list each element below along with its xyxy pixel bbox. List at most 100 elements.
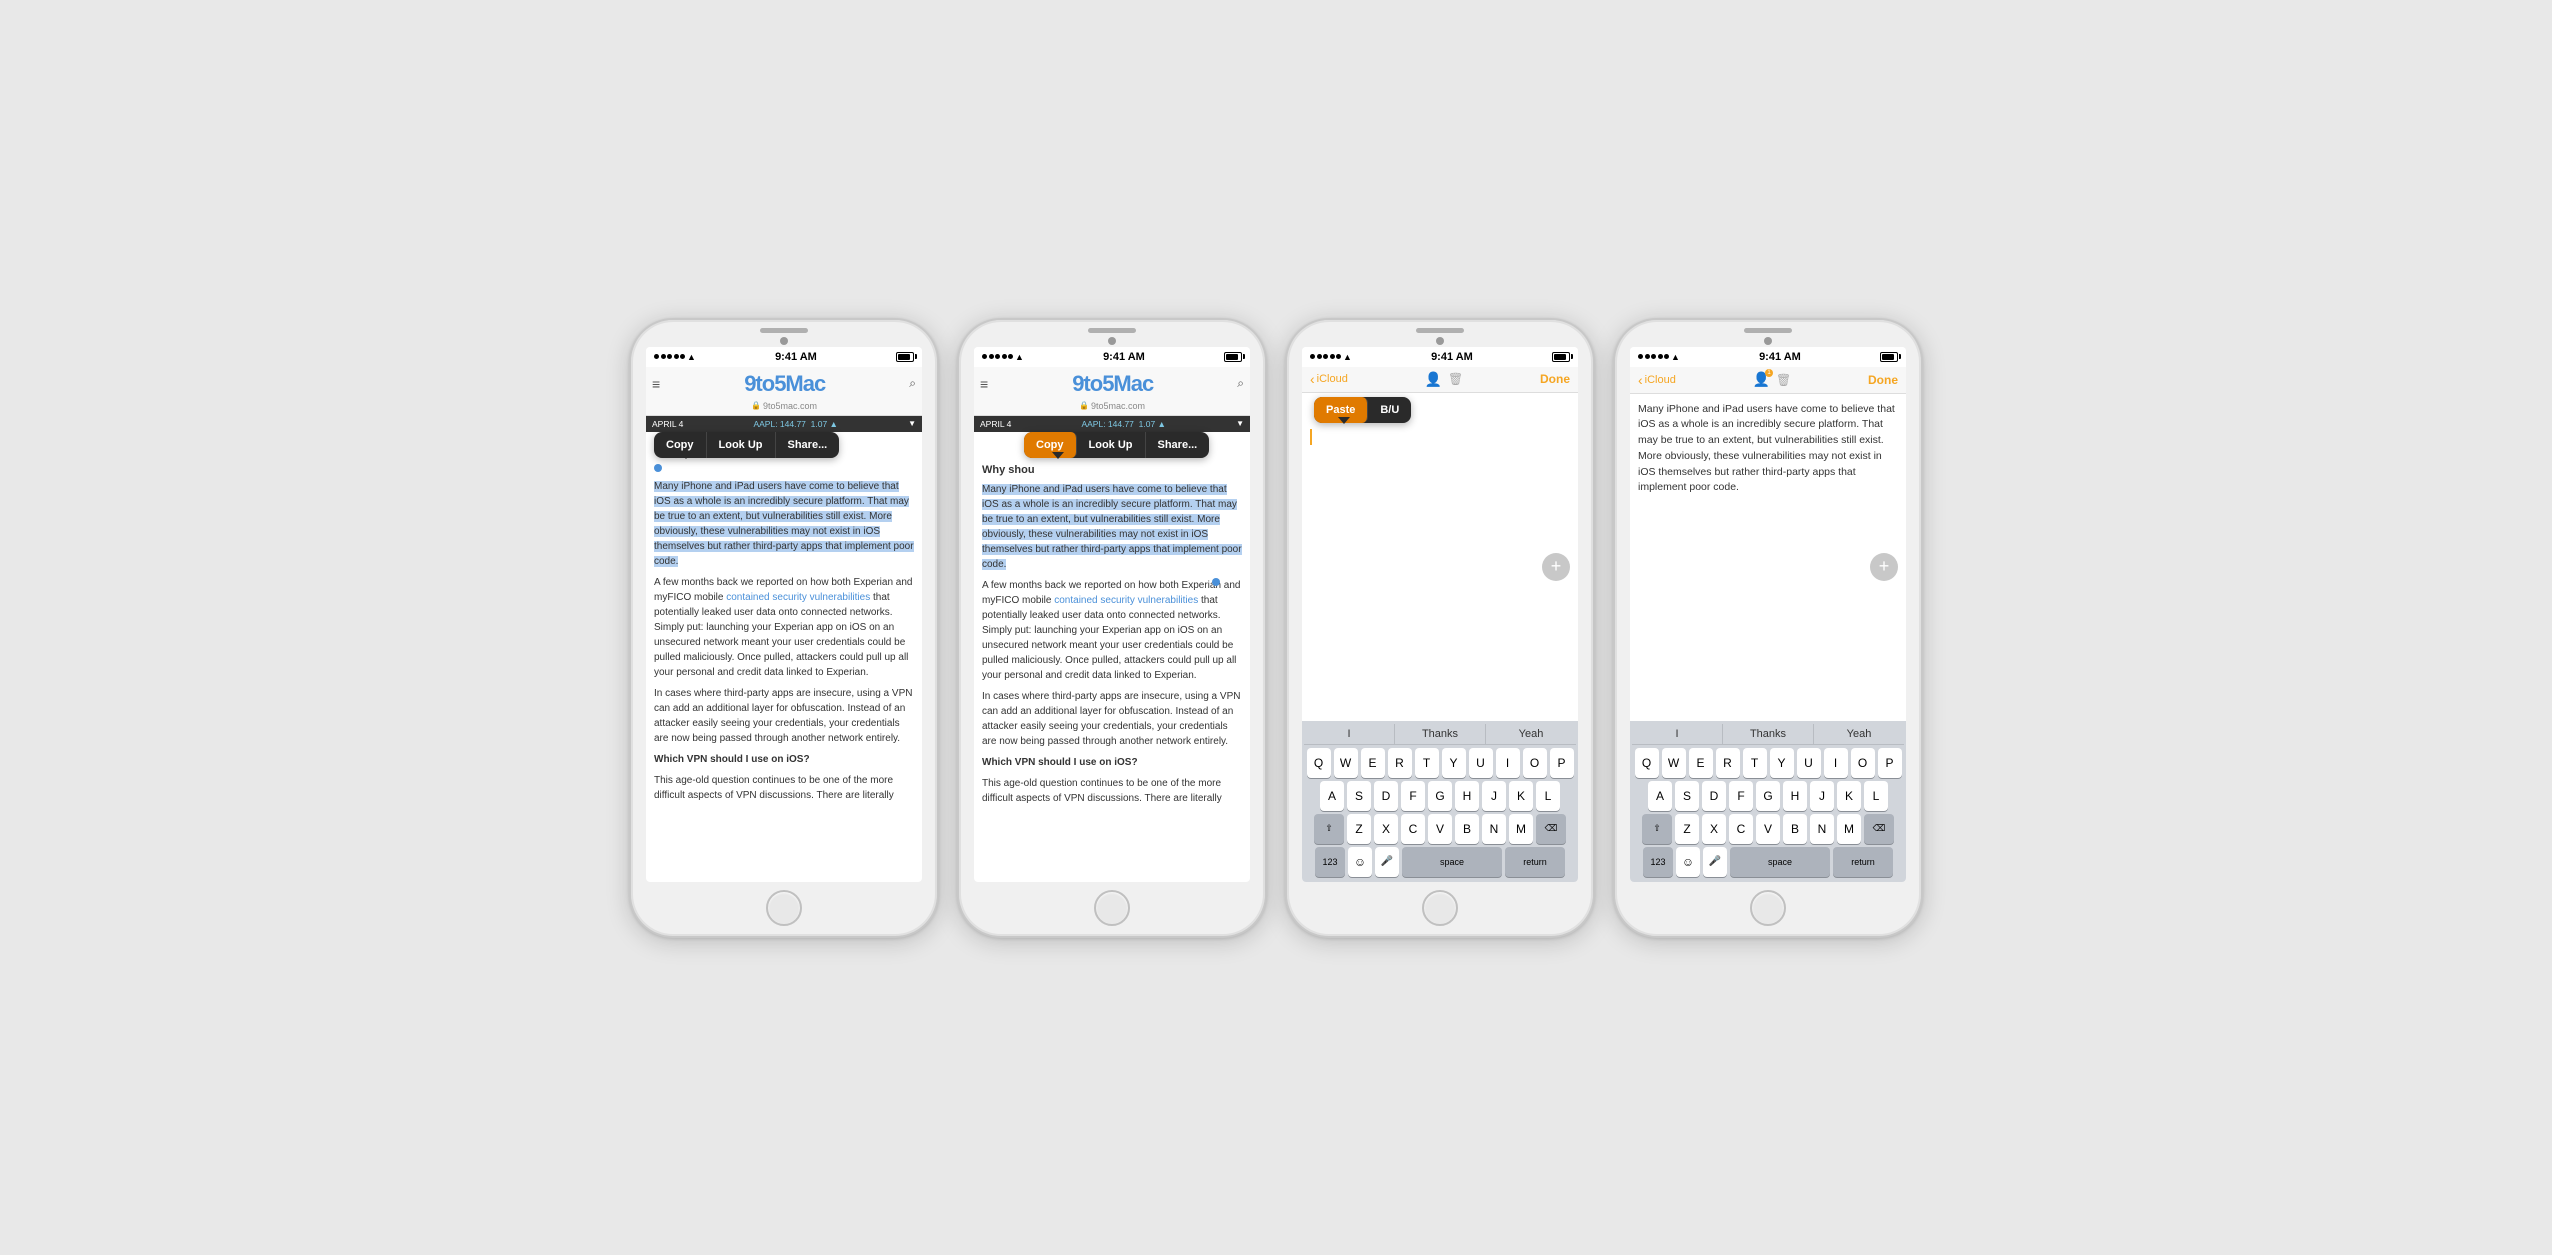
space-key[interactable]: space [1402,847,1502,877]
return-key[interactable]: return [1833,847,1893,877]
home-button[interactable] [766,890,802,926]
key-b[interactable]: B [1455,814,1479,844]
emoji-key[interactable]: ☺ [1348,847,1372,877]
key-l[interactable]: L [1864,781,1888,811]
key-o[interactable]: O [1851,748,1875,778]
notes-plus-button[interactable]: + [1542,553,1570,581]
key-z[interactable]: Z [1347,814,1371,844]
key-d[interactable]: D [1374,781,1398,811]
home-button[interactable] [1094,890,1130,926]
suggestion-yeah[interactable]: Yeah [1814,724,1904,744]
suggestion-yeah[interactable]: Yeah [1486,724,1576,744]
share-button[interactable]: Share... [776,432,840,458]
key-t[interactable]: T [1743,748,1767,778]
key-b[interactable]: B [1783,814,1807,844]
key-m[interactable]: M [1837,814,1861,844]
suggestion-i[interactable]: I [1304,724,1395,744]
key-u[interactable]: U [1797,748,1821,778]
key-r[interactable]: R [1388,748,1412,778]
key-e[interactable]: E [1689,748,1713,778]
numbers-key[interactable]: 123 [1643,847,1673,877]
key-z[interactable]: Z [1675,814,1699,844]
share-button[interactable]: Share... [1146,432,1210,458]
key-k[interactable]: K [1509,781,1533,811]
key-j[interactable]: J [1482,781,1506,811]
key-i[interactable]: I [1824,748,1848,778]
key-v[interactable]: V [1756,814,1780,844]
key-y[interactable]: Y [1442,748,1466,778]
key-t[interactable]: T [1415,748,1439,778]
key-u[interactable]: U [1469,748,1493,778]
key-k[interactable]: K [1837,781,1861,811]
copy-button[interactable]: Copy [1024,432,1077,458]
key-c[interactable]: C [1401,814,1425,844]
home-button[interactable] [1750,890,1786,926]
article-link[interactable]: contained security vulnerabilities [726,592,870,603]
trash-icon[interactable]: 🗑 [1776,373,1791,387]
person-badge-icon[interactable]: 👤 1 [1753,371,1770,389]
key-s[interactable]: S [1675,781,1699,811]
mic-key[interactable]: 🎤 [1375,847,1399,877]
hamburger-icon[interactable]: ≡ [652,376,660,392]
key-i[interactable]: I [1496,748,1520,778]
key-h[interactable]: H [1783,781,1807,811]
key-c[interactable]: C [1729,814,1753,844]
key-a[interactable]: A [1648,781,1672,811]
suggestion-thanks[interactable]: Thanks [1395,724,1486,744]
key-a[interactable]: A [1320,781,1344,811]
key-v[interactable]: V [1428,814,1452,844]
key-x[interactable]: X [1374,814,1398,844]
key-n[interactable]: N [1810,814,1834,844]
key-w[interactable]: W [1334,748,1358,778]
notes-plus-button[interactable]: + [1870,553,1898,581]
key-n[interactable]: N [1482,814,1506,844]
key-l[interactable]: L [1536,781,1560,811]
key-f[interactable]: F [1401,781,1425,811]
look-up-button[interactable]: Look Up [1077,432,1146,458]
key-o[interactable]: O [1523,748,1547,778]
notes-done-button[interactable]: Done [1868,373,1898,387]
notes-back-button[interactable]: ‹ iCloud [1310,371,1348,387]
trash-icon[interactable]: 🗑 [1448,372,1463,386]
key-j[interactable]: J [1810,781,1834,811]
key-s[interactable]: S [1347,781,1371,811]
key-p[interactable]: P [1550,748,1574,778]
shift-key[interactable]: ⇧ [1314,814,1344,844]
person-icon[interactable]: 👤 [1425,371,1442,388]
key-e[interactable]: E [1361,748,1385,778]
key-r[interactable]: R [1716,748,1740,778]
delete-key[interactable]: ⌫ [1536,814,1566,844]
key-y[interactable]: Y [1770,748,1794,778]
emoji-key[interactable]: ☺ [1676,847,1700,877]
suggestion-i[interactable]: I [1632,724,1723,744]
biu-button[interactable]: B/U [1368,397,1411,423]
key-h[interactable]: H [1455,781,1479,811]
key-m[interactable]: M [1509,814,1533,844]
search-icon[interactable]: ⌕ [1237,376,1244,391]
key-g[interactable]: G [1428,781,1452,811]
key-q[interactable]: Q [1307,748,1331,778]
address-bar[interactable]: 🔒 9to5mac.com [646,401,922,415]
key-w[interactable]: W [1662,748,1686,778]
key-p[interactable]: P [1878,748,1902,778]
key-q[interactable]: Q [1635,748,1659,778]
numbers-key[interactable]: 123 [1315,847,1345,877]
hamburger-icon[interactable]: ≡ [980,376,988,392]
suggestion-thanks[interactable]: Thanks [1723,724,1814,744]
article-link[interactable]: contained security vulnerabilities [1054,595,1198,606]
shift-key[interactable]: ⇧ [1642,814,1672,844]
notes-content-filled[interactable]: Many iPhone and iPad users have come to … [1630,394,1906,721]
search-icon[interactable]: ⌕ [909,376,916,391]
key-d[interactable]: D [1702,781,1726,811]
delete-key[interactable]: ⌫ [1864,814,1894,844]
return-key[interactable]: return [1505,847,1565,877]
address-bar[interactable]: 🔒 9to5mac.com [974,401,1250,415]
key-g[interactable]: G [1756,781,1780,811]
look-up-button[interactable]: Look Up [707,432,776,458]
notes-back-button[interactable]: ‹ iCloud [1638,372,1676,388]
key-x[interactable]: X [1702,814,1726,844]
space-key[interactable]: space [1730,847,1830,877]
notes-done-button[interactable]: Done [1540,372,1570,386]
notes-content[interactable]: + [1302,393,1578,721]
home-button[interactable] [1422,890,1458,926]
